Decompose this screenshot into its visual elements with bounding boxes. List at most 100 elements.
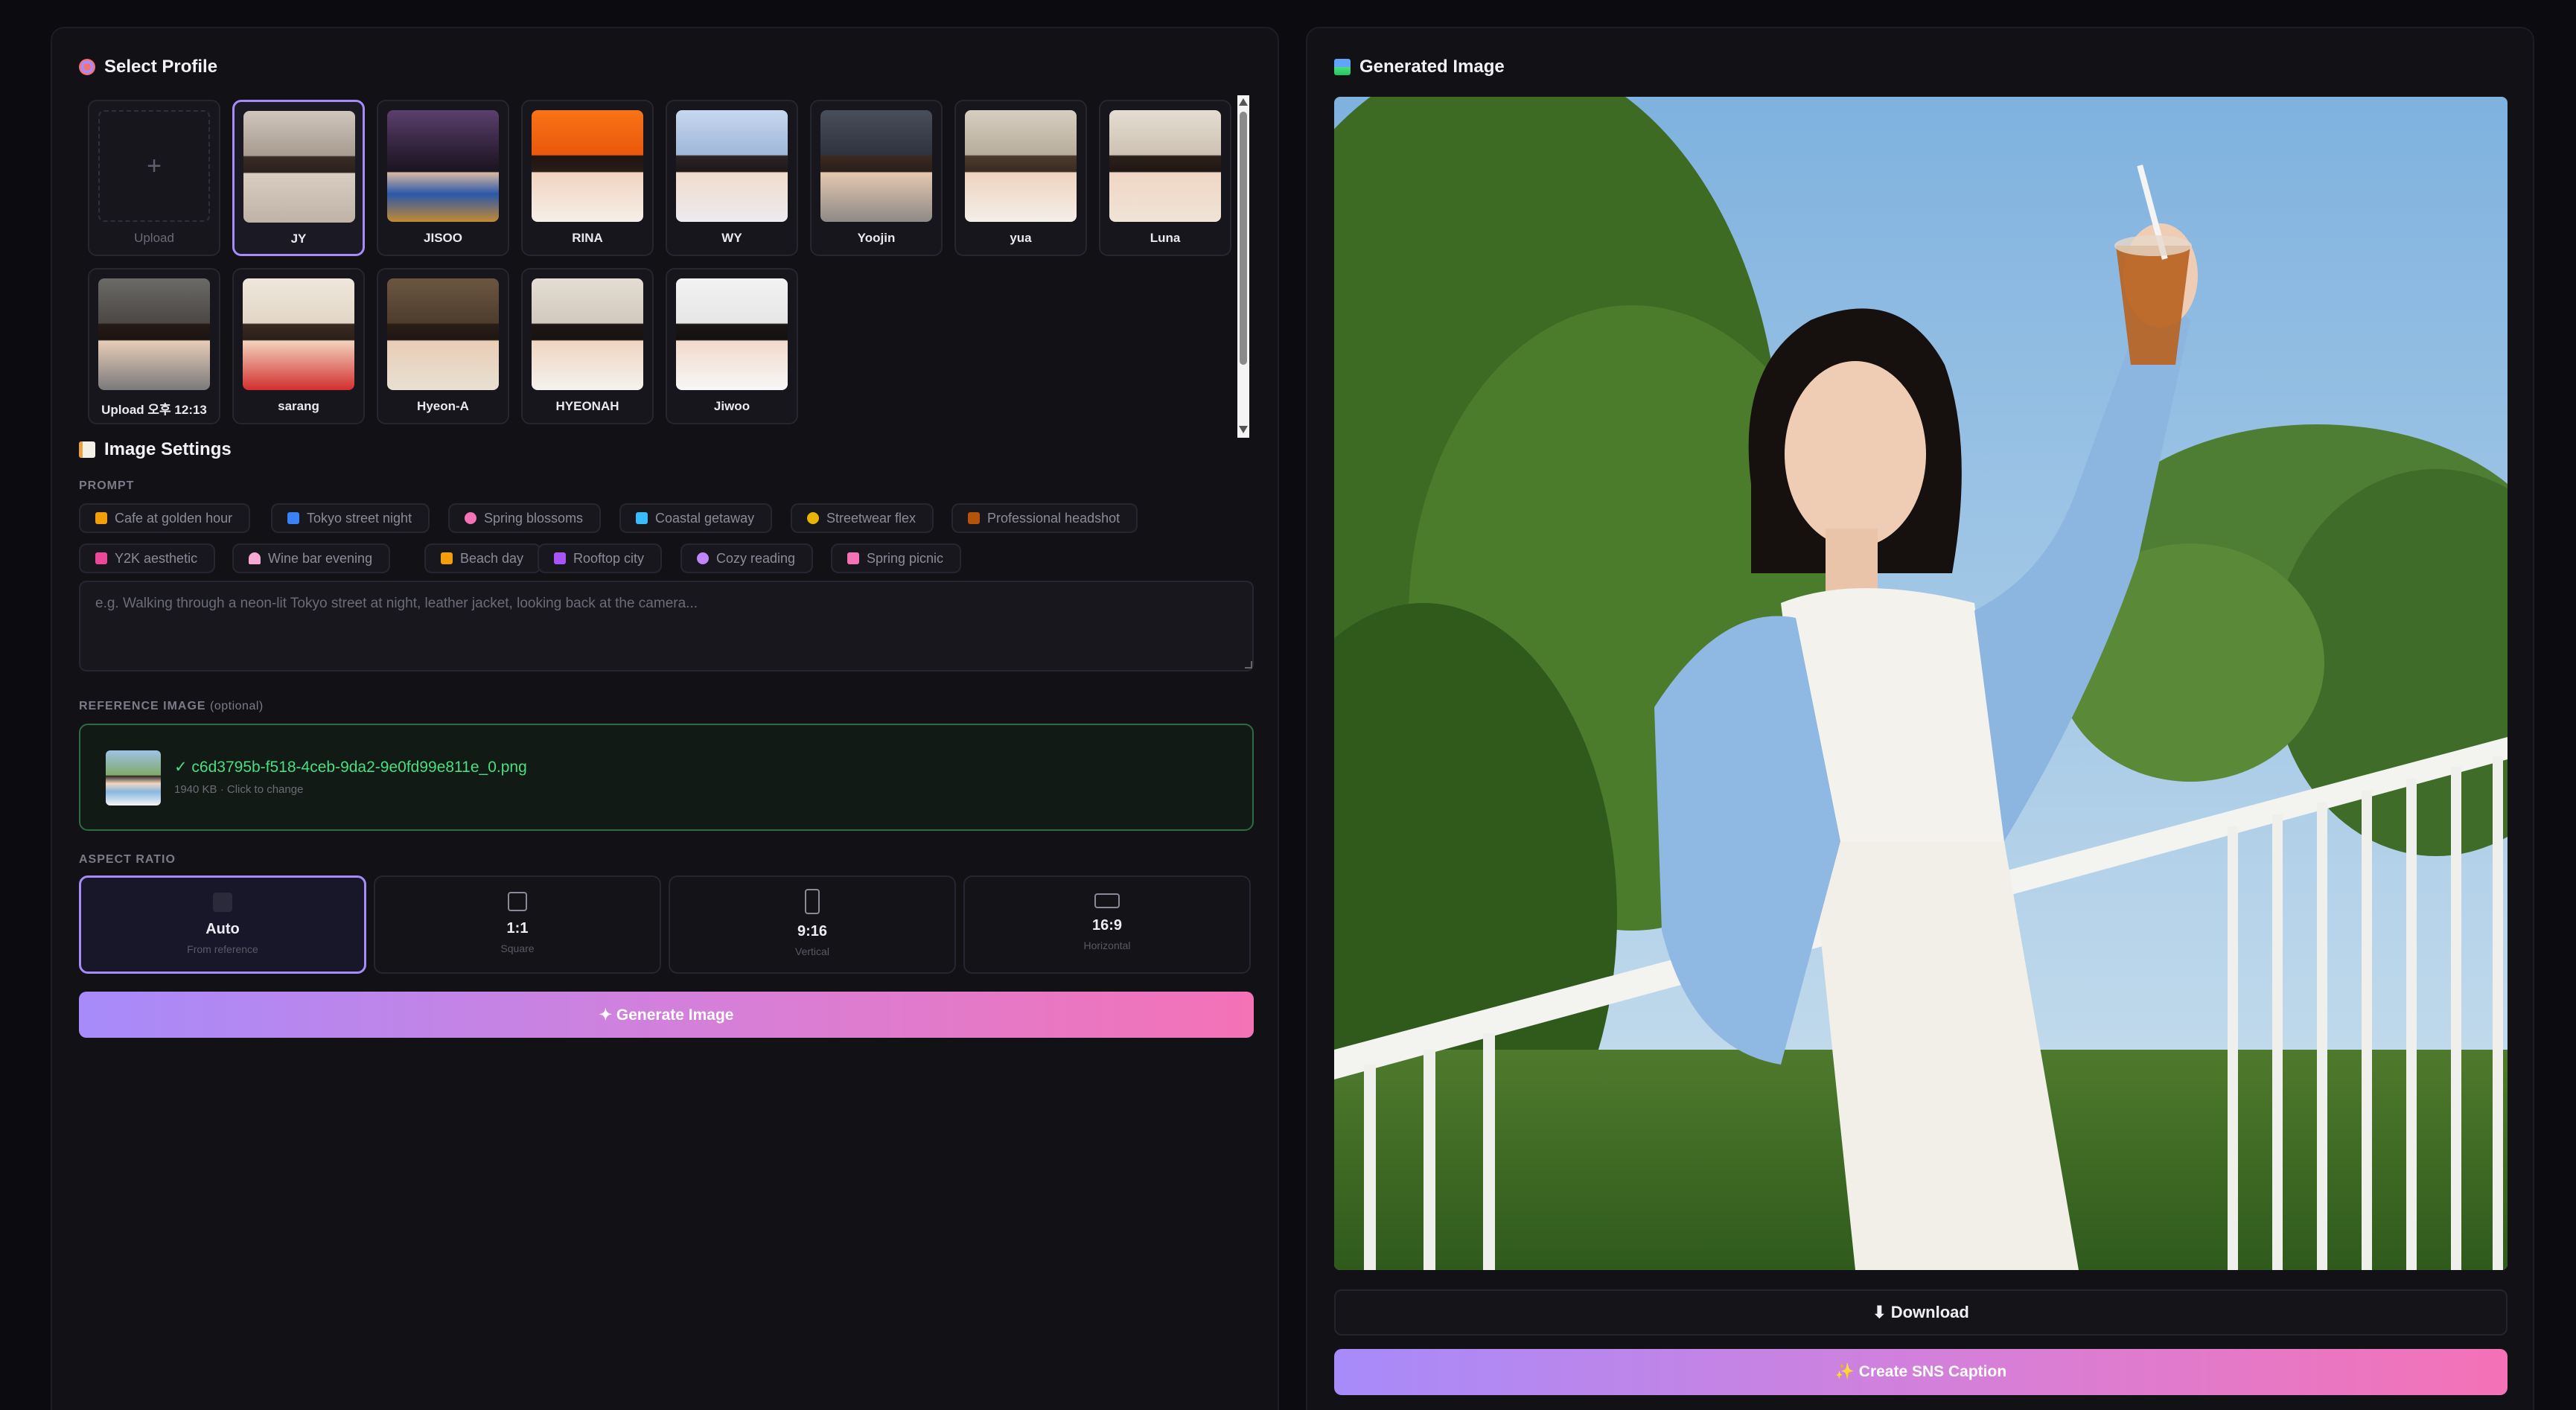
profile-avatar <box>387 278 499 390</box>
reference-image-label: REFERENCE IMAGE (optional) <box>79 700 264 713</box>
aspect-sub: Horizontal <box>1083 940 1131 951</box>
profile-avatar <box>532 278 643 390</box>
heart-icon <box>95 552 107 564</box>
preset-chip[interactable]: Cafe at golden hour <box>79 503 251 533</box>
aspect-value: Auto <box>205 921 240 937</box>
aspect-option-16-9[interactable]: 16:9 Horizontal <box>963 875 1251 974</box>
create-sns-caption-button[interactable]: ✨ Create SNS Caption <box>1334 1349 2508 1395</box>
cityscape-icon <box>554 552 566 564</box>
preset-chip[interactable]: Cozy reading <box>680 543 814 573</box>
profile-name: sarang <box>278 399 319 413</box>
wave-icon <box>636 512 648 524</box>
profile-avatar <box>387 110 499 222</box>
aspect-sub: From reference <box>187 943 258 955</box>
reference-filename: ✓ c6d3795b-f518-4ceb-9da2-9e0fd99e811e_0… <box>174 759 527 776</box>
profile-card-jisoo[interactable]: JISOO <box>377 100 509 256</box>
profile-card-sarang[interactable]: sarang <box>232 268 365 424</box>
scroll-down-arrow-icon[interactable] <box>1239 426 1248 433</box>
profile-card-jy[interactable]: JY <box>232 100 365 256</box>
profile-card-yua[interactable]: yua <box>954 100 1087 256</box>
sunset-icon <box>95 512 107 524</box>
horizontal-rect-icon <box>1094 893 1120 908</box>
preset-chip[interactable]: Professional headshot <box>951 503 1138 533</box>
preset-chip[interactable]: Wine bar evening <box>232 543 391 573</box>
profile-scrollbar[interactable] <box>1234 95 1251 438</box>
profile-card-hyeonah[interactable]: HYEONAH <box>521 268 654 424</box>
generate-image-button[interactable]: ✦ Generate Image <box>79 992 1254 1038</box>
profile-name: Hyeon-A <box>417 399 469 413</box>
aspect-option-auto[interactable]: Auto From reference <box>79 875 366 974</box>
prompt-label: PROMPT <box>79 479 135 492</box>
wine-glass-icon <box>249 552 261 564</box>
reference-optional-text: (optional) <box>210 700 264 712</box>
aspect-value: 16:9 <box>1091 917 1123 934</box>
generated-image-title: Generated Image <box>1359 57 1505 77</box>
left-panel: Select Profile + Upload JY JISOO RINA WY… <box>51 27 1279 1410</box>
profile-name: yua <box>1010 231 1032 245</box>
preset-chip[interactable]: Coastal getaway <box>619 503 773 533</box>
profile-card-luna[interactable]: Luna <box>1099 100 1231 256</box>
scrollbar-thumb[interactable] <box>1240 112 1247 365</box>
profile-card-jiwoo[interactable]: Jiwoo <box>666 268 798 424</box>
vertical-rect-icon <box>805 889 820 914</box>
target-icon <box>79 59 95 75</box>
reference-thumbnail <box>106 750 161 806</box>
reference-image-dropzone[interactable]: ✓ c6d3795b-f518-4ceb-9da2-9e0fd99e811e_0… <box>79 724 1254 831</box>
profile-card-upload-1213[interactable]: Upload 오후 12:13 <box>88 268 220 424</box>
aspect-sub: Vertical <box>795 945 829 957</box>
profile-avatar <box>965 110 1077 222</box>
generated-image[interactable] <box>1334 97 2508 1270</box>
profile-card-rina[interactable]: RINA <box>521 100 654 256</box>
download-label: ⬇ Download <box>1872 1303 1969 1321</box>
download-button[interactable]: ⬇ Download <box>1334 1289 2508 1336</box>
profile-grid[interactable]: + Upload JY JISOO RINA WY Yoojin yua Lun… <box>82 100 1260 436</box>
chip-label: Coastal getaway <box>655 510 755 526</box>
profile-upload-card[interactable]: + Upload <box>88 100 220 256</box>
coffee-icon <box>697 552 709 564</box>
aspect-option-1-1[interactable]: 1:1 Square <box>374 875 661 974</box>
city-night-icon <box>287 512 299 524</box>
profile-card-hyeon-a[interactable]: Hyeon-A <box>377 268 509 424</box>
select-profile-title: Select Profile <box>104 57 218 77</box>
chip-label: Professional headshot <box>987 510 1120 526</box>
profile-avatar <box>98 278 210 390</box>
chip-label: Rooftop city <box>573 550 645 566</box>
profile-name: HYEONAH <box>555 399 619 413</box>
preset-chip[interactable]: Spring blossoms <box>448 503 602 533</box>
preset-chip[interactable]: Rooftop city <box>538 543 663 573</box>
upload-label: Upload <box>134 231 174 245</box>
preset-chip[interactable]: Spring picnic <box>831 543 962 573</box>
image-settings-heading: Image Settings <box>79 439 232 460</box>
plus-icon: + <box>98 110 210 222</box>
aspect-value: 9:16 <box>797 923 828 940</box>
preset-chip[interactable]: Tokyo street night <box>271 503 430 533</box>
generated-photo-illustration <box>1334 97 2508 1270</box>
profile-avatar <box>1109 110 1221 222</box>
chip-label: Cozy reading <box>716 550 796 566</box>
resize-handle-icon[interactable] <box>1245 661 1252 669</box>
profile-name: Yoojin <box>857 231 896 245</box>
reference-label-text: REFERENCE IMAGE <box>79 700 206 712</box>
preset-chip[interactable]: Streetwear flex <box>791 503 934 533</box>
profile-card-yoojin[interactable]: Yoojin <box>810 100 943 256</box>
generated-image-heading: Generated Image <box>1334 57 1505 77</box>
chip-label: Spring picnic <box>867 550 944 566</box>
profile-name: Jiwoo <box>713 399 750 413</box>
select-profile-heading: Select Profile <box>79 57 217 77</box>
scroll-up-arrow-icon[interactable] <box>1239 98 1248 106</box>
chip-label: Wine bar evening <box>268 550 373 566</box>
prompt-input[interactable] <box>79 581 1254 671</box>
tulip-icon <box>847 552 859 564</box>
chip-label: Cafe at golden hour <box>115 510 233 526</box>
profile-card-wy[interactable]: WY <box>666 100 798 256</box>
preset-chip[interactable]: Beach day <box>424 543 542 573</box>
picture-icon <box>1334 59 1351 75</box>
chip-label: Streetwear flex <box>826 510 916 526</box>
aspect-option-9-16[interactable]: 9:16 Vertical <box>669 875 956 974</box>
preset-chip[interactable]: Y2K aesthetic <box>79 543 216 573</box>
runner-icon <box>807 512 819 524</box>
briefcase-icon <box>968 512 980 524</box>
square-icon <box>508 892 527 911</box>
aspect-sub: Square <box>500 942 535 954</box>
image-settings-title: Image Settings <box>104 439 232 459</box>
